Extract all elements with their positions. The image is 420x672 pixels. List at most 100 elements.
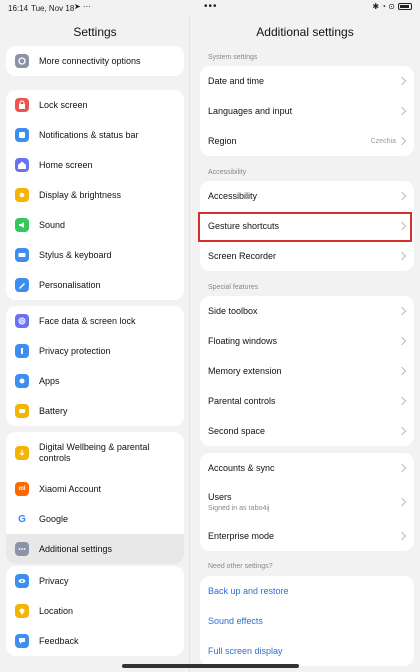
sidebar-item-label: More connectivity options (39, 55, 141, 66)
sidebar-item-label: Xiaomi Account (39, 483, 102, 494)
row-label: Full screen display (208, 645, 283, 656)
users-row[interactable]: Users Signed in as rabo4ij (200, 483, 414, 521)
accounts-sync-row[interactable]: Accounts & sync (200, 453, 414, 483)
lock-icon (15, 98, 29, 112)
sidebar-item-label: Lock screen (39, 99, 88, 110)
side-toolbox-row[interactable]: Side toolbox (200, 296, 414, 326)
home-indicator[interactable] (122, 664, 299, 668)
row-label: Accounts & sync (208, 462, 275, 473)
chevron-right-icon (397, 531, 407, 541)
sidebar-item-label: Stylus & keyboard (39, 249, 112, 260)
sidebar-item-notifications[interactable]: Notifications & status bar (6, 120, 184, 150)
accounts-card: Accounts & sync Users Signed in as rabo4… (200, 453, 414, 551)
accessibility-row[interactable]: Accessibility (200, 181, 414, 211)
sidebar-item-label: Apps (39, 375, 60, 386)
chevron-right-icon (397, 106, 407, 116)
chevron-right-icon (397, 76, 407, 86)
sidebar-item-more-connectivity[interactable]: More connectivity options (6, 46, 184, 76)
floating-windows-row[interactable]: Floating windows (200, 326, 414, 356)
sidebar-item-label: Notifications & status bar (39, 129, 139, 140)
sidebar-item-stylus-keyboard[interactable]: Stylus & keyboard (6, 240, 184, 270)
location-icon (15, 604, 29, 618)
status-system-icons: ✱ ◔ ⊙ (372, 2, 395, 11)
date-and-time-row[interactable]: Date and time (200, 66, 414, 96)
sidebar-item-lock-screen[interactable]: Lock screen (6, 90, 184, 120)
sidebar-item-label: Face data & screen lock (39, 315, 136, 326)
section-header-need-other-settings: Need other settings? (208, 563, 273, 570)
region-value: Czechia (370, 137, 396, 145)
sidebar-item-label: Personalisation (39, 279, 101, 290)
row-label: Second space (208, 425, 266, 436)
sidebar-item-additional-settings[interactable]: Additional settings (6, 534, 184, 564)
row-label: Sound effects (208, 615, 263, 626)
sidebar-item-location[interactable]: Location (6, 596, 184, 626)
chevron-right-icon (397, 497, 407, 507)
sidebar-item-home-screen[interactable]: Home screen (6, 150, 184, 180)
additional-settings-title: Additional settings (256, 25, 354, 39)
xiaomi-icon: mi (15, 482, 29, 496)
sidebar-item-sound[interactable]: Sound (6, 210, 184, 240)
home-icon (15, 158, 29, 172)
chevron-right-icon (397, 426, 407, 436)
personalisation-icon (15, 278, 29, 292)
chevron-right-icon (397, 191, 407, 201)
settings-group-connectivity: More connectivity options (6, 46, 184, 76)
row-label: Floating windows (208, 335, 278, 346)
more-icon (15, 542, 29, 556)
chevron-right-icon (397, 306, 407, 316)
sidebar-item-face-data[interactable]: Face data & screen lock (6, 306, 184, 336)
wellbeing-icon (15, 446, 29, 460)
status-time: 16:14 (8, 4, 29, 13)
sidebar-item-xiaomi-account[interactable]: mi Xiaomi Account (6, 474, 184, 504)
languages-input-row[interactable]: Languages and input (200, 96, 414, 126)
sidebar-item-digital-wellbeing[interactable]: Digital Wellbeing & parental controls (6, 432, 184, 474)
parental-controls-row[interactable]: Parental controls (200, 386, 414, 416)
sidebar-item-label: Privacy protection (39, 345, 111, 356)
notifications-icon (15, 128, 29, 142)
region-row[interactable]: Region Czechia (200, 126, 414, 156)
chevron-right-icon (397, 396, 407, 406)
google-icon: G (15, 512, 29, 526)
sidebar-item-privacy[interactable]: Privacy (6, 566, 184, 596)
sidebar-item-label: Additional settings (39, 543, 113, 554)
chevron-right-icon (397, 463, 407, 473)
row-label: Region (208, 135, 237, 146)
sidebar-item-privacy-protection[interactable]: Privacy protection (6, 336, 184, 366)
sidebar-item-google[interactable]: G Google (6, 504, 184, 534)
sidebar-item-label: Google (39, 513, 69, 524)
sidebar-item-battery[interactable]: Battery (6, 396, 184, 426)
back-up-restore-link[interactable]: Back up and restore (200, 576, 414, 606)
sidebar-item-display[interactable]: Display & brightness (6, 180, 184, 210)
sidebar-item-label: Display & brightness (39, 189, 122, 200)
row-label: Back up and restore (208, 585, 289, 596)
sidebar-item-feedback[interactable]: Feedback (6, 626, 184, 656)
memory-extension-row[interactable]: Memory extension (200, 356, 414, 386)
brightness-icon (15, 188, 29, 202)
sidebar-item-label: Feedback (39, 635, 79, 646)
enterprise-mode-row[interactable]: Enterprise mode (200, 521, 414, 551)
screen-recorder-row[interactable]: Screen Recorder (200, 241, 414, 271)
sidebar-item-label: Battery (39, 405, 68, 416)
row-label: Screen Recorder (208, 250, 277, 261)
row-label: Side toolbox (208, 305, 258, 316)
chevron-right-icon (397, 251, 407, 261)
chevron-right-icon (397, 366, 407, 376)
row-label: Users (208, 492, 232, 502)
sidebar-item-apps[interactable]: Apps (6, 366, 184, 396)
status-date: Tue, Nov 18 (31, 4, 75, 13)
sidebar-item-label: Privacy (39, 575, 69, 586)
row-label: Parental controls (208, 395, 276, 406)
section-header-accessibility: Accessibility (208, 169, 247, 176)
sidebar-item-personalisation[interactable]: Personalisation (6, 270, 184, 300)
fingerprint-icon (15, 314, 29, 328)
privacy-icon (15, 574, 29, 588)
battery-status-icon (398, 3, 412, 10)
window-dots-icon[interactable]: ••• (204, 1, 218, 12)
row-label: Enterprise mode (208, 530, 275, 541)
additional-settings-pane: Additional settings System settings Date… (190, 16, 420, 672)
row-label: Languages and input (208, 105, 293, 116)
section-header-special-features: Special features (208, 284, 259, 291)
sound-effects-link[interactable]: Sound effects (200, 606, 414, 636)
full-screen-display-link[interactable]: Full screen display (200, 636, 414, 666)
second-space-row[interactable]: Second space (200, 416, 414, 446)
